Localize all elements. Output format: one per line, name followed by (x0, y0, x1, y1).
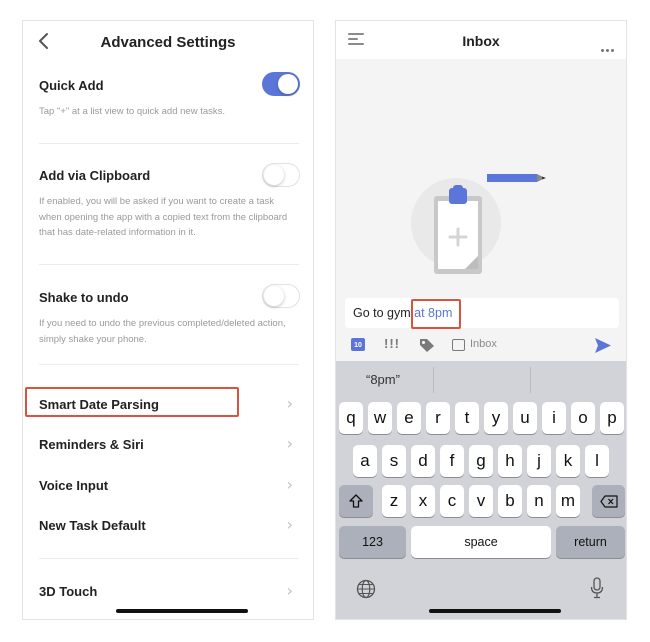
shift-key[interactable] (339, 485, 373, 517)
calendar-icon[interactable]: 10 (351, 338, 365, 351)
advanced-settings-screen: Advanced Settings Quick Add Tap "+" at a… (22, 20, 314, 620)
list-selector-label[interactable]: Inbox (470, 338, 497, 350)
nav-item-label: Reminders & Siri (39, 437, 144, 452)
space-key[interactable]: space (411, 526, 551, 558)
key-x[interactable]: x (411, 485, 435, 517)
divider (433, 367, 434, 393)
key-n[interactable]: n (527, 485, 551, 517)
key-l[interactable]: l (585, 445, 609, 477)
shake-undo-label: Shake to undo (39, 290, 129, 305)
shake-undo-description: If you need to undo the previous complet… (39, 318, 286, 345)
inbox-tray-icon[interactable] (452, 339, 465, 351)
backspace-key[interactable] (592, 485, 625, 517)
header: Advanced Settings (23, 21, 313, 65)
key-u[interactable]: u (513, 402, 537, 434)
chevron-right-icon: › (286, 434, 293, 453)
clipboard-label: Add via Clipboard (39, 168, 151, 183)
chevron-right-icon: › (286, 515, 293, 534)
chevron-right-icon: › (286, 394, 293, 413)
divider (530, 367, 531, 393)
clipboard-toggle[interactable] (262, 163, 300, 187)
header: Inbox (336, 21, 626, 59)
chevron-right-icon: › (286, 581, 293, 600)
shift-arrow-icon (349, 494, 363, 508)
quick-add-toggle[interactable] (262, 72, 300, 96)
key-v[interactable]: v (469, 485, 493, 517)
key-e[interactable]: e (397, 402, 421, 434)
tag-icon[interactable] (419, 338, 435, 353)
key-j[interactable]: j (527, 445, 551, 477)
priority-icon[interactable]: !!! (384, 336, 400, 351)
key-k[interactable]: k (556, 445, 580, 477)
toggle-knob (264, 286, 284, 306)
more-icon[interactable] (599, 39, 614, 57)
keyboard: “8pm” q w e r t y u i o p a s d f g h j … (336, 361, 626, 619)
home-indicator (116, 609, 248, 613)
backspace-icon (599, 495, 618, 508)
clipboard-description: If enabled, you will be asked if you wan… (39, 196, 288, 238)
divider (39, 364, 299, 365)
nav-item-label: 3D Touch (39, 584, 98, 599)
key-g[interactable]: g (469, 445, 493, 477)
numbers-key[interactable]: 123 (339, 526, 406, 558)
page-title: Advanced Settings (100, 34, 236, 51)
highlight-box (411, 299, 461, 329)
key-d[interactable]: d (411, 445, 435, 477)
divider (39, 264, 299, 265)
quick-add-label: Quick Add (39, 78, 104, 93)
chevron-right-icon: › (286, 475, 293, 494)
return-key[interactable]: return (556, 526, 625, 558)
key-t[interactable]: t (455, 402, 479, 434)
suggestion-bar: “8pm” (336, 361, 626, 399)
quick-add-description: Tap "+" at a list view to quick add new … (39, 106, 226, 117)
key-i[interactable]: i (542, 402, 566, 434)
inbox-screen: Inbox Go to gym at 8pm 10 !!! Inbox “8pm… (335, 20, 627, 620)
key-p[interactable]: p (600, 402, 624, 434)
divider (39, 558, 299, 559)
key-r[interactable]: r (426, 402, 450, 434)
key-y[interactable]: y (484, 402, 508, 434)
suggestion-item[interactable]: “8pm” (366, 372, 400, 387)
globe-icon[interactable] (356, 579, 376, 599)
key-h[interactable]: h (498, 445, 522, 477)
microphone-icon[interactable] (590, 577, 604, 599)
toggle-knob (264, 165, 284, 185)
toggle-knob (278, 74, 298, 94)
key-m[interactable]: m (556, 485, 580, 517)
nav-item-label: New Task Default (39, 518, 146, 533)
nav-item-label: Voice Input (39, 478, 109, 493)
key-o[interactable]: o (571, 402, 595, 434)
shake-undo-toggle[interactable] (262, 284, 300, 308)
task-input[interactable]: Go to gym at 8pm (345, 298, 619, 328)
divider (39, 143, 299, 144)
key-f[interactable]: f (440, 445, 464, 477)
key-c[interactable]: c (440, 485, 464, 517)
empty-clipboard-illustration-icon (411, 174, 546, 274)
home-indicator (429, 609, 561, 613)
key-w[interactable]: w (368, 402, 392, 434)
key-z[interactable]: z (382, 485, 406, 517)
list-title: Inbox (462, 33, 500, 49)
highlight-box (25, 387, 239, 417)
send-icon[interactable] (594, 337, 612, 354)
key-a[interactable]: a (353, 445, 377, 477)
task-text: Go to gym (353, 306, 415, 320)
key-q[interactable]: q (339, 402, 363, 434)
key-b[interactable]: b (498, 485, 522, 517)
quick-add-toolbar: 10 !!! Inbox (336, 335, 626, 357)
key-s[interactable]: s (382, 445, 406, 477)
